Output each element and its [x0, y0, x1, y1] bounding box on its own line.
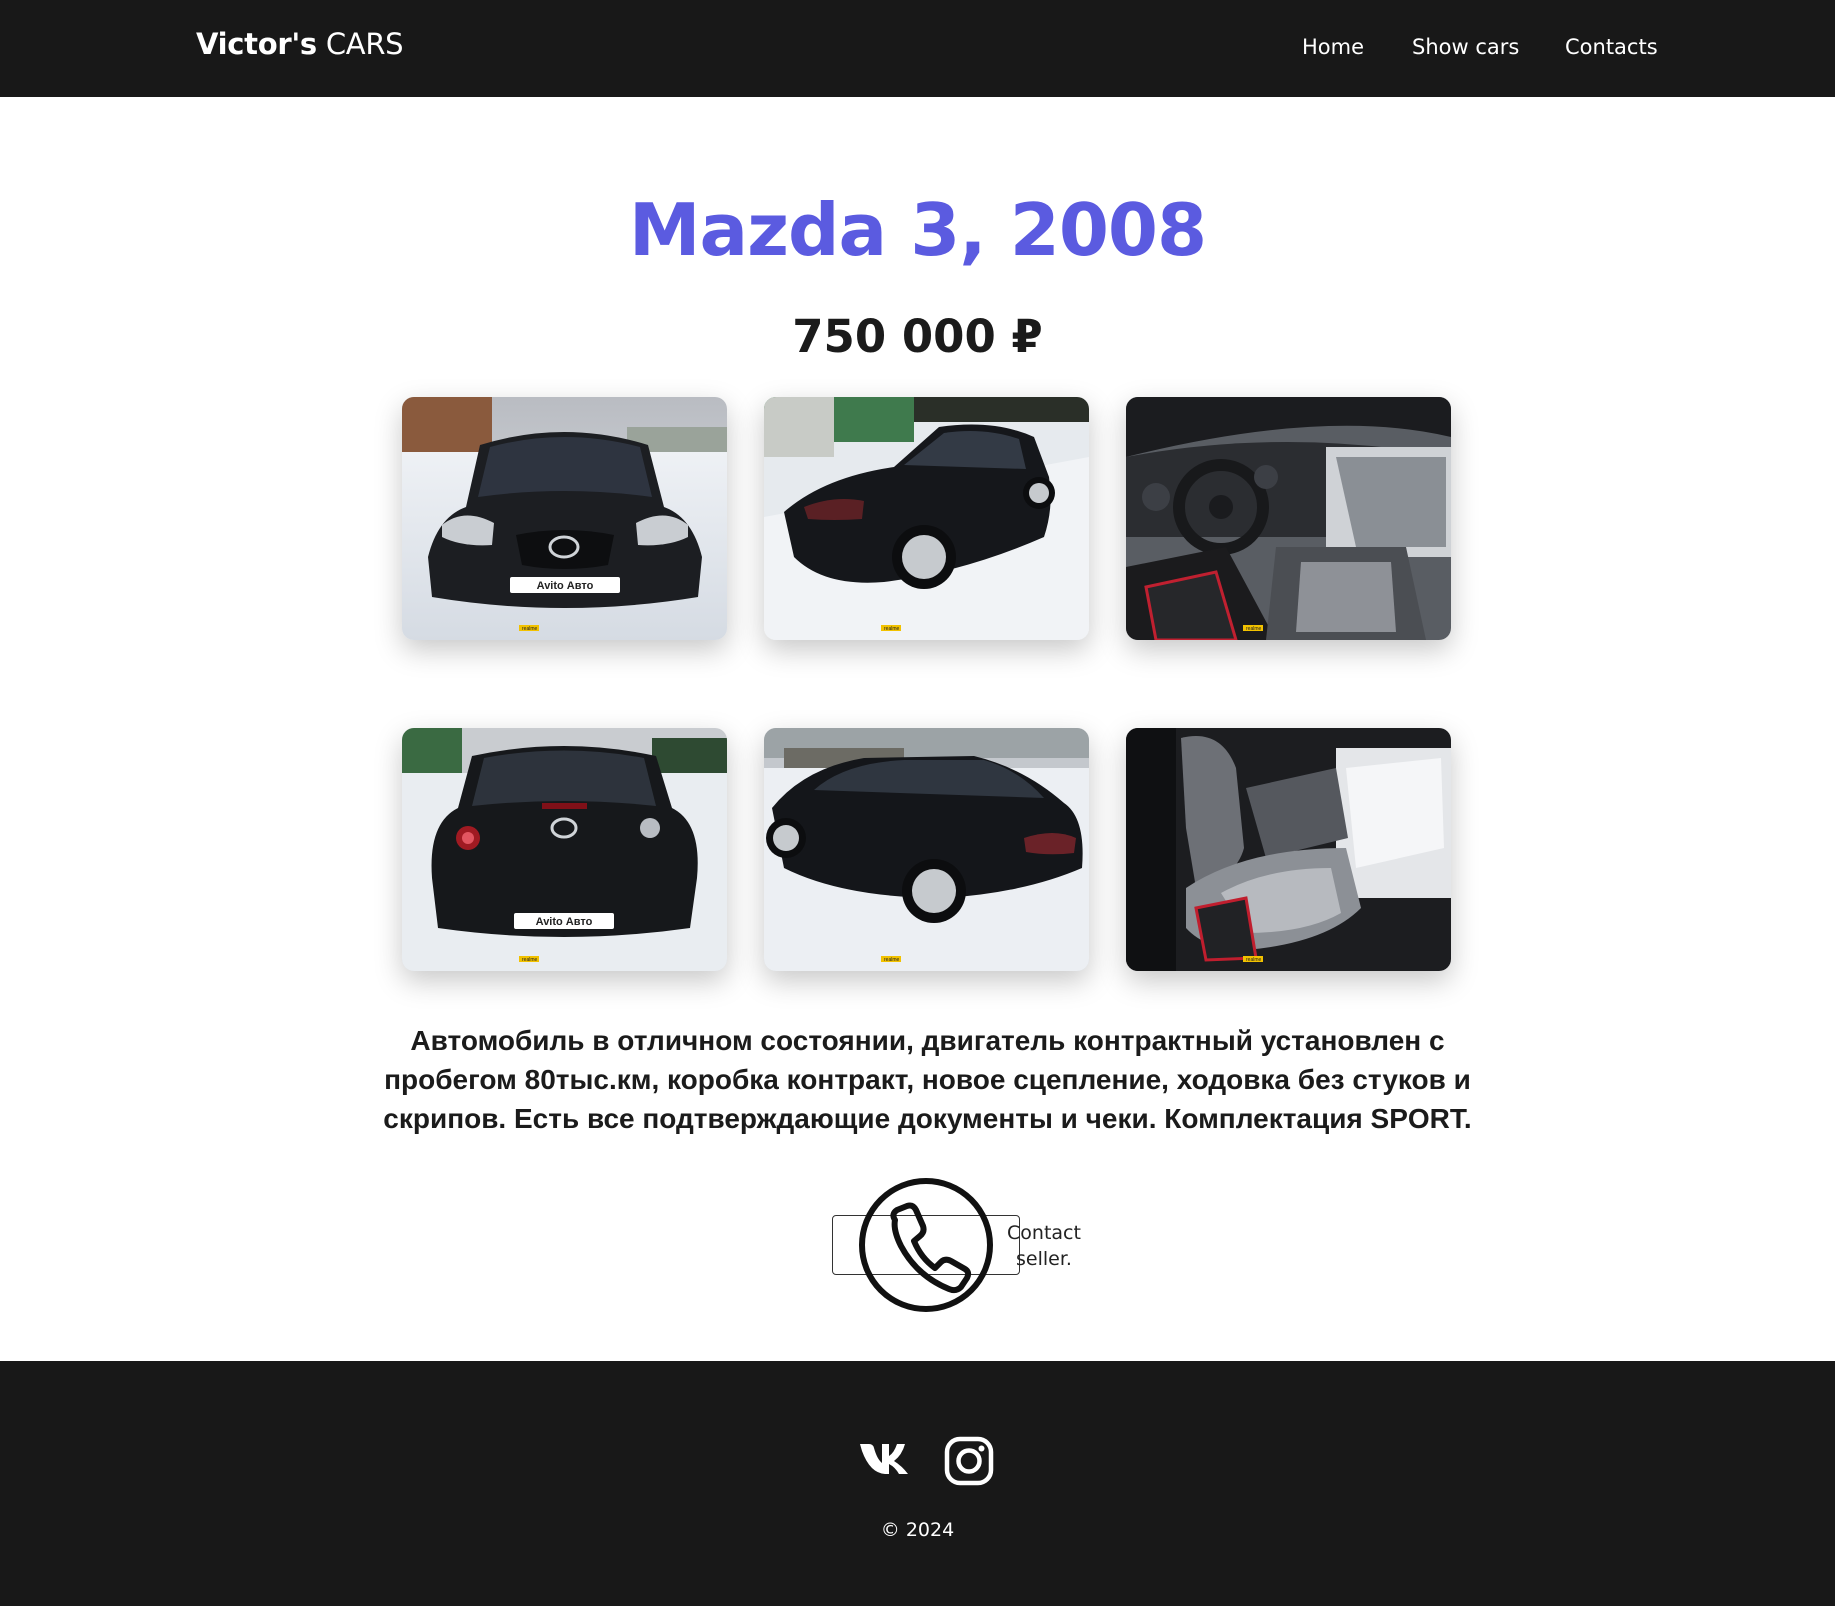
car-photo-5[interactable]: realme [764, 728, 1089, 971]
plate-text: Avito Авто [537, 580, 594, 592]
top-navbar: Victor's CARS Home Show cars Contacts [0, 0, 1835, 97]
watermark-text: realme [522, 626, 538, 632]
car-photo-6[interactable]: realme [1126, 728, 1451, 971]
instagram-icon[interactable] [944, 1436, 994, 1486]
copyright-text: © 2024 [880, 1519, 955, 1541]
nav-contacts-link[interactable]: Contacts [1565, 35, 1658, 59]
car-photo-1[interactable]: Avito Авто realme [402, 397, 727, 640]
car-price: 750 000 ₽ [792, 310, 1043, 363]
watermark-text: realme [522, 957, 538, 963]
car-interior-dashboard-photo: realme [1126, 397, 1451, 640]
watermark-text: realme [1246, 957, 1262, 963]
vk-icon[interactable] [858, 1441, 910, 1477]
site-logo[interactable]: Victor's CARS [196, 27, 404, 61]
plate-text: Avito Авто [536, 916, 593, 928]
phone-icon[interactable] [857, 1176, 995, 1314]
nav-home-link[interactable]: Home [1302, 35, 1364, 59]
car-rear-photo: Avito Авто realme [402, 728, 727, 971]
watermark-text: realme [884, 957, 900, 963]
car-rear-side-photo: realme [764, 397, 1089, 640]
contact-seller-label: Contact seller. [1007, 1222, 1081, 1270]
nav-show-cars-link[interactable]: Show cars [1412, 35, 1519, 59]
footer [0, 1361, 1835, 1606]
car-photo-3[interactable]: realme [1126, 397, 1451, 640]
brand-light-text: CARS [325, 27, 404, 61]
car-title: Mazda 3, 2008 [628, 188, 1207, 272]
car-interior-seats-photo: realme [1126, 728, 1451, 971]
car-front-photo: Avito Авто realme [402, 397, 727, 640]
watermark-text: realme [884, 626, 900, 632]
watermark-text: realme [1246, 626, 1262, 632]
brand-bold-text: Victor's [196, 27, 317, 61]
car-description: Автомобиль в отличном состоянии, двигате… [383, 1025, 1472, 1134]
car-side-rear-photo: realme [764, 728, 1089, 971]
car-photo-4[interactable]: Avito Авто realme [402, 728, 727, 971]
car-photo-2[interactable]: realme [764, 397, 1089, 640]
